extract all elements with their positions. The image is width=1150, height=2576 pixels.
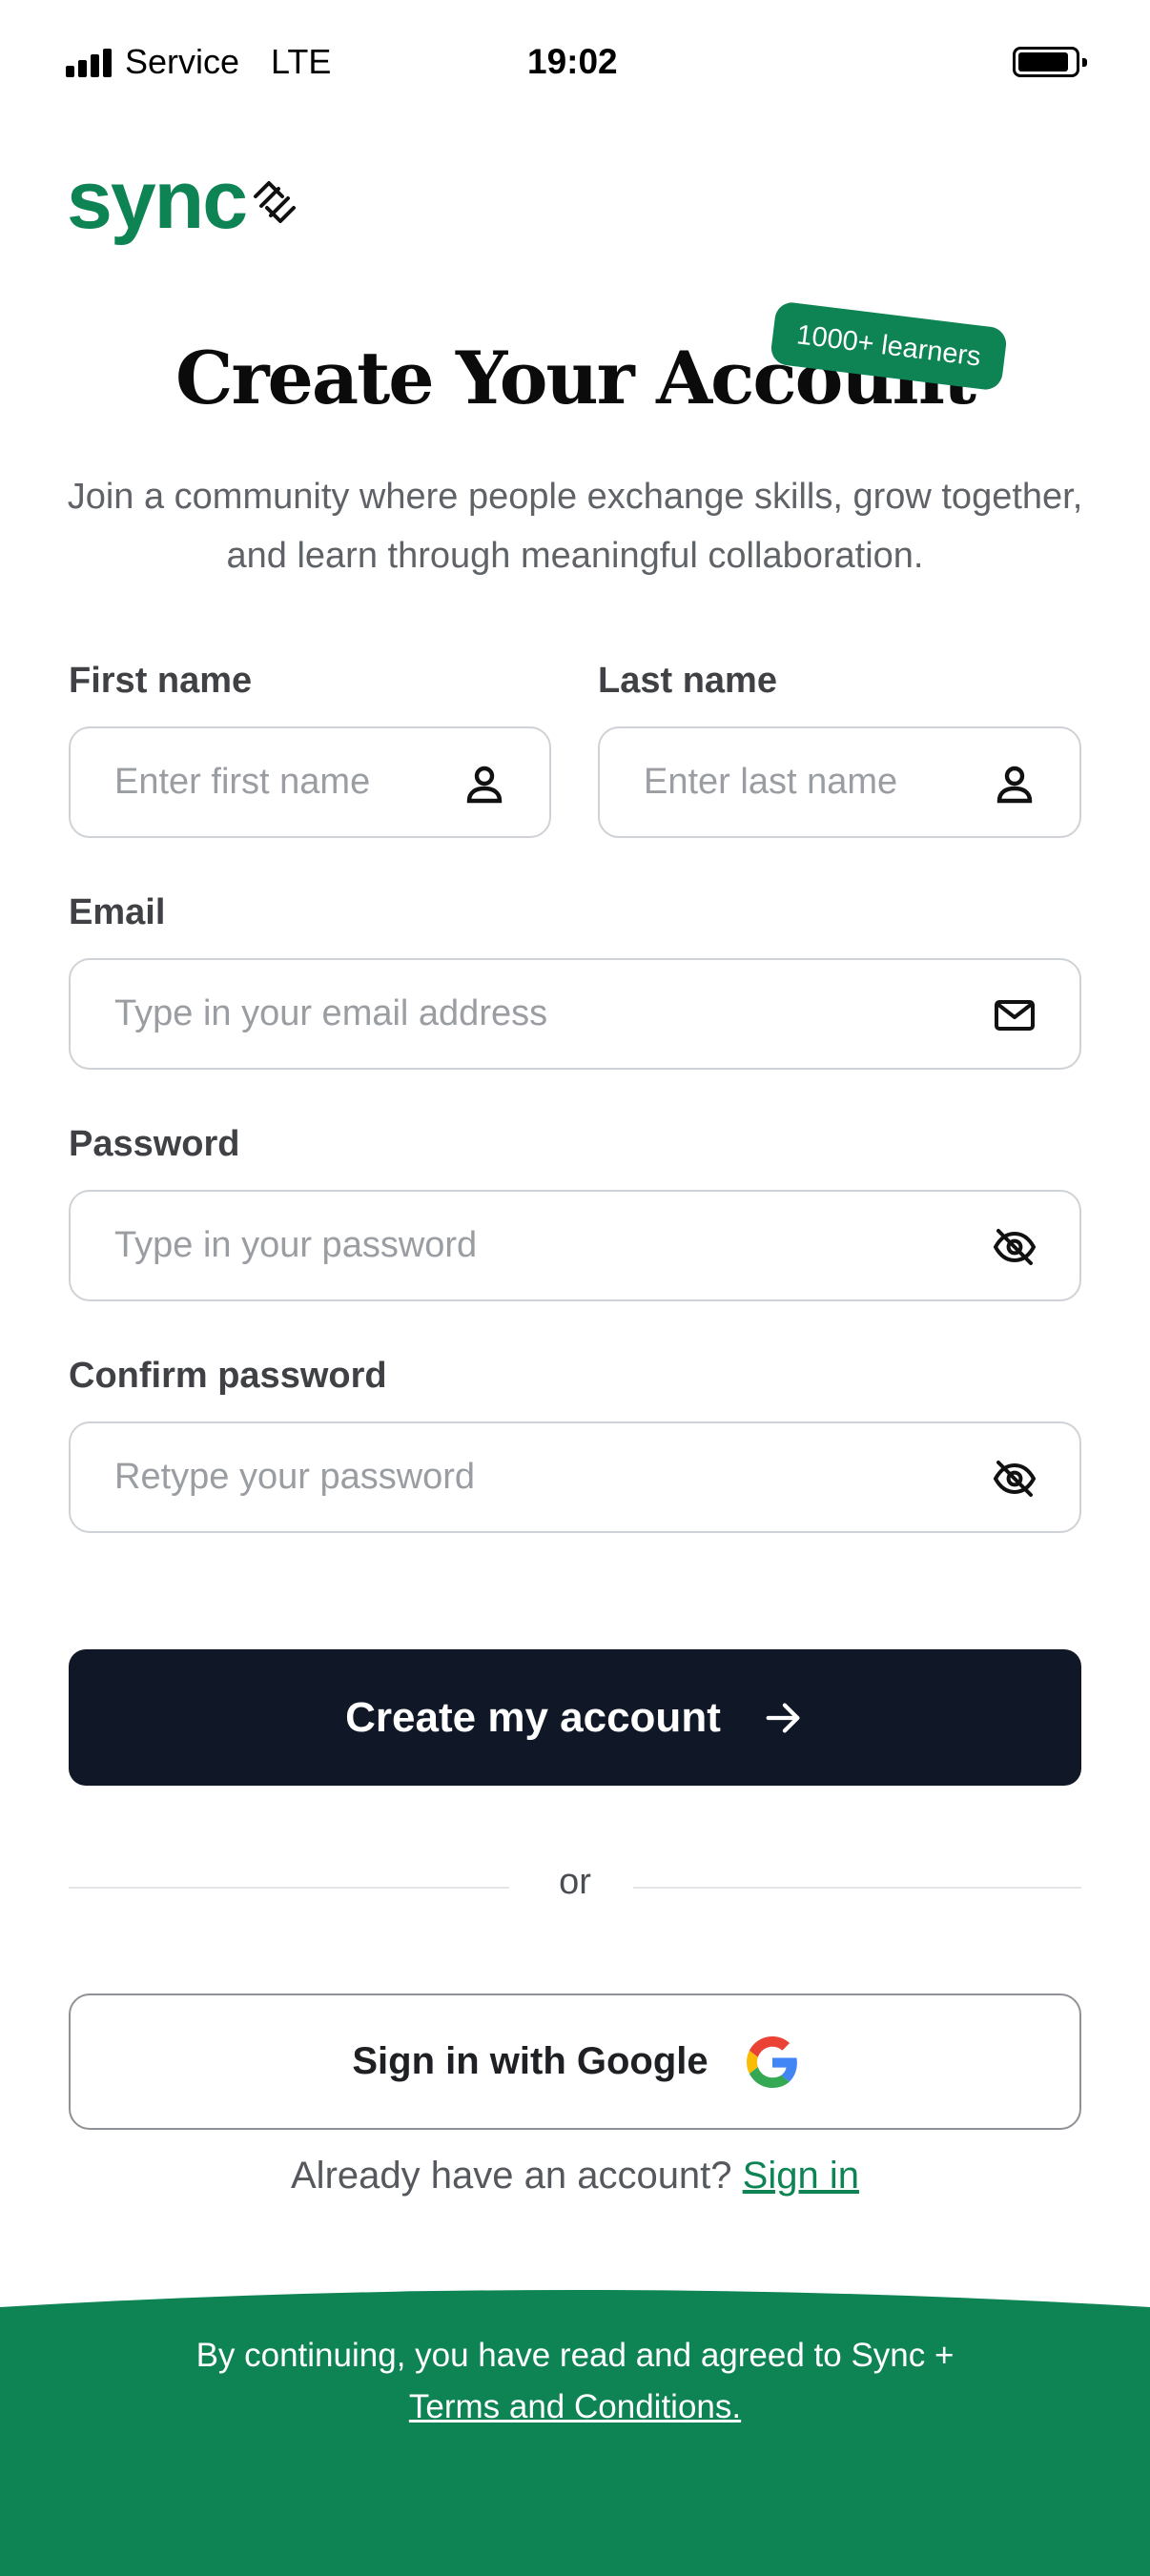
signin-link[interactable]: Sign in: [743, 2155, 859, 2197]
battery-level: [1018, 52, 1069, 72]
google-icon: [746, 2035, 797, 2088]
user-icon: [992, 761, 1037, 807]
first-name-label: First name: [69, 661, 253, 701]
network-type: LTE: [271, 42, 332, 81]
carrier-name: Service: [125, 42, 240, 81]
signin-prompt-row: Already have an account? Sign in: [0, 2155, 1150, 2198]
terms-link[interactable]: Terms and Conditions.: [409, 2388, 741, 2425]
confirm-password-label: Confirm password: [69, 1356, 387, 1396]
eye-off-icon[interactable]: [992, 1224, 1037, 1270]
create-account-button[interactable]: Create my account: [69, 1649, 1081, 1786]
user-icon: [462, 761, 507, 807]
divider-text: or: [559, 1862, 591, 1902]
battery-icon: [1013, 47, 1087, 77]
eye-off-icon[interactable]: [992, 1456, 1037, 1502]
brand-name: sync: [67, 154, 248, 246]
confirm-password-field[interactable]: [69, 1421, 1081, 1533]
last-name-label: Last name: [598, 661, 777, 701]
password-label: Password: [69, 1124, 240, 1164]
first-name-field[interactable]: [69, 726, 551, 838]
status-bar: Service LTE 19:02: [0, 0, 1150, 124]
mail-icon: [992, 992, 1037, 1038]
page-subtitle: Join a community where people exchange s…: [67, 477, 1083, 576]
divider-line-left: [69, 1887, 509, 1889]
footer-agreement: By continuing, you have read and agreed …: [195, 2337, 955, 2374]
create-account-label: Create my account: [345, 1693, 721, 1741]
brand-logo: sync: [67, 153, 299, 248]
arrow-right-icon: [766, 1702, 800, 1733]
divider-line-right: [633, 1887, 1081, 1889]
first-name-input[interactable]: [114, 728, 458, 836]
google-signin-button[interactable]: Sign in with Google: [69, 1993, 1081, 2130]
email-input[interactable]: [114, 960, 973, 1068]
password-field[interactable]: [69, 1190, 1081, 1301]
email-label: Email: [69, 892, 166, 932]
last-name-input[interactable]: [644, 728, 987, 836]
footer-text: By continuing, you have read and agreed …: [0, 2330, 1150, 2433]
confirm-password-input[interactable]: [114, 1423, 973, 1531]
status-time: 19:02: [527, 42, 618, 81]
email-field[interactable]: [69, 958, 1081, 1070]
google-signin-label: Sign in with Google: [352, 2040, 708, 2082]
signin-prompt: Already have an account?: [291, 2155, 732, 2197]
last-name-field[interactable]: [598, 726, 1081, 838]
signal-strength-icon: [66, 49, 113, 77]
sync-arrows-icon: [254, 181, 297, 223]
password-input[interactable]: [114, 1192, 973, 1299]
